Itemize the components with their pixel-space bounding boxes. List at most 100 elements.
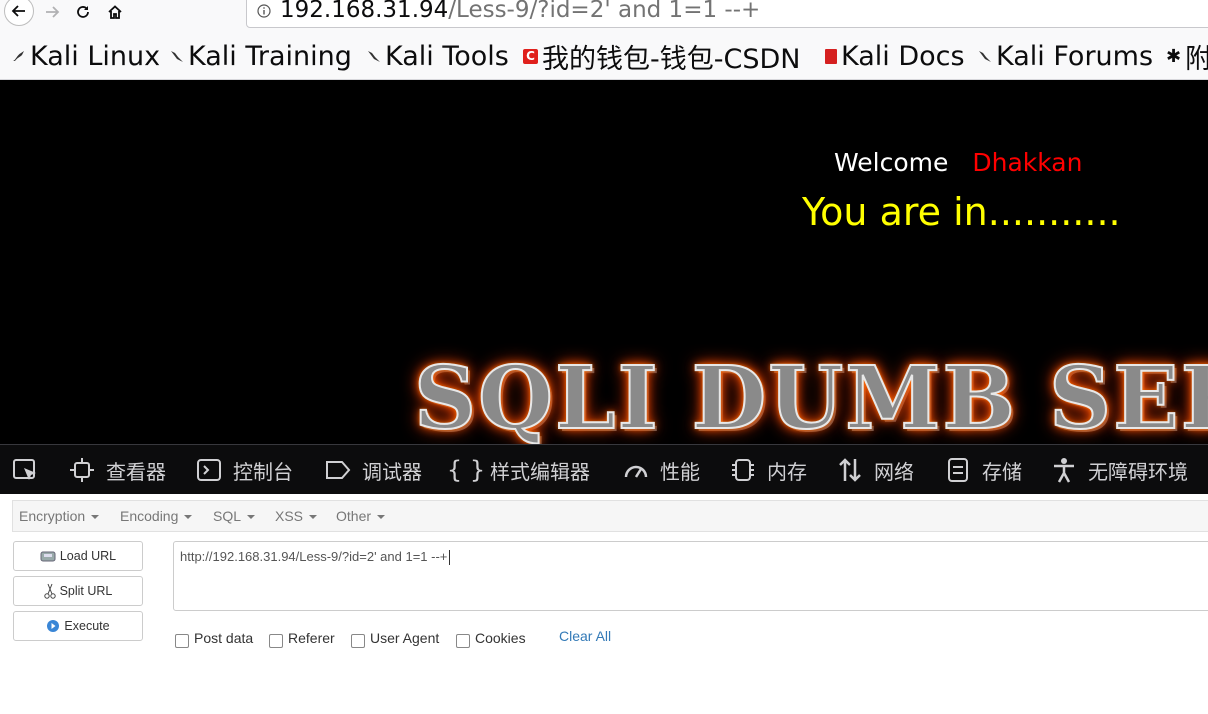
puzzle-icon: ✱ — [1166, 45, 1182, 67]
style-editor-icon: { } — [446, 456, 486, 484]
button-label: Load URL — [59, 549, 117, 563]
debugger-icon — [326, 461, 351, 479]
checkbox-box[interactable] — [351, 634, 365, 648]
url-host: 192.168.31.94 — [280, 0, 449, 23]
caret-down-icon — [309, 515, 318, 520]
console-icon — [197, 459, 221, 481]
checkbox-referer[interactable]: Referer — [269, 628, 335, 648]
result-message: You are in........... — [802, 190, 1121, 234]
tab-accessibility[interactable]: 无障碍环境 — [1050, 445, 1188, 495]
accessibility-icon — [1054, 458, 1074, 483]
performance-icon — [624, 465, 648, 478]
url-textarea-value: http://192.168.31.94/Less-9/?id=2' and 1… — [180, 549, 448, 564]
checkbox-post-data[interactable]: Post data — [175, 628, 253, 648]
button-label: Split URL — [59, 584, 113, 598]
kali-dragon-icon — [368, 51, 380, 62]
caret-down-icon — [377, 515, 386, 520]
tab-memory[interactable]: 内存 — [729, 445, 807, 495]
kali-dragon-icon — [13, 51, 24, 61]
menu-other[interactable]: Other — [336, 501, 386, 531]
info-icon[interactable] — [257, 4, 271, 18]
tab-performance[interactable]: 性能 — [622, 445, 700, 495]
bookmark-kali-training[interactable]: Kali Training — [170, 38, 352, 74]
menu-label: SQL — [213, 508, 242, 524]
home-button[interactable] — [103, 0, 127, 24]
tab-network[interactable]: 网络 — [836, 445, 914, 495]
execute-button[interactable]: Execute — [13, 611, 143, 641]
welcome-line: Welcome Dhakkan — [834, 148, 1082, 177]
bookmark-label: Kali Forums — [996, 40, 1154, 72]
checkbox-label: User Agent — [370, 630, 440, 646]
checkbox-box[interactable] — [175, 634, 189, 648]
url-textarea[interactable]: http://192.168.31.94/Less-9/?id=2' and 1… — [173, 541, 1208, 611]
checkbox-box[interactable] — [269, 634, 283, 648]
home-icon — [108, 5, 122, 19]
load-url-icon — [40, 551, 56, 562]
forward-button[interactable] — [40, 0, 64, 24]
checkbox-label: Referer — [288, 630, 335, 646]
tab-label: 内存 — [767, 459, 807, 484]
caret-down-icon — [184, 515, 193, 520]
bookmark-csdn-wallet[interactable]: C 我的钱包-钱包-CSDN — [523, 38, 801, 75]
kali-docs-icon — [825, 48, 837, 64]
tab-style-editor[interactable]: { } 样式编辑器 — [446, 445, 590, 495]
bookmark-kali-forums[interactable]: Kali Forums — [978, 38, 1153, 74]
menu-label: XSS — [275, 508, 304, 524]
sqli-banner-image: SQLI DUMB SER — [413, 347, 1208, 444]
arrow-right-icon — [46, 6, 60, 18]
checkbox-label: Post data — [194, 630, 254, 646]
tab-console[interactable]: 控制台 — [195, 445, 293, 495]
kali-dragon-icon — [979, 51, 991, 62]
menu-label: Encryption — [19, 508, 86, 524]
hackbar-panel: Encryption Encoding SQL XSS Other Load U… — [0, 494, 1208, 714]
address-bar[interactable]: 192.168.31.94/Less-9/?id=2' and 1=1 --+ — [246, 0, 1208, 28]
checkbox-user-agent[interactable]: User Agent — [351, 628, 439, 648]
bookmark-label: 附 — [1185, 37, 1208, 76]
checkbox-cookies[interactable]: Cookies — [456, 628, 526, 648]
menu-encryption[interactable]: Encryption — [19, 501, 100, 531]
bookmarks-toolbar: Kali Linux Kali Training Kali Tools C 我的… — [0, 32, 1208, 80]
button-label: Execute — [64, 619, 110, 633]
checkbox-box[interactable] — [456, 634, 470, 648]
bookmark-extra[interactable]: ✱ 附 — [1166, 37, 1208, 76]
split-url-button[interactable]: Split URL — [13, 576, 143, 606]
tab-label: 无障碍环境 — [1088, 459, 1188, 484]
reload-button[interactable] — [71, 0, 95, 24]
checkbox-label: Cookies — [475, 630, 526, 646]
kali-dragon-icon — [171, 51, 183, 62]
menu-label: Other — [336, 508, 372, 524]
tab-label: 查看器 — [106, 459, 166, 484]
welcome-label: Welcome — [834, 148, 949, 177]
welcome-name: Dhakkan — [972, 148, 1083, 177]
tab-label: 样式编辑器 — [490, 459, 590, 484]
caret-down-icon — [91, 515, 100, 520]
clear-all-link[interactable]: Clear All — [559, 628, 611, 644]
text-cursor — [449, 550, 451, 566]
bookmark-kali-docs[interactable]: Kali Docs — [825, 38, 965, 74]
bookmark-label: Kali Docs — [841, 40, 965, 72]
tab-label: 调试器 — [362, 459, 422, 484]
menu-encoding[interactable]: Encoding — [120, 501, 193, 531]
menu-sql[interactable]: SQL — [213, 501, 256, 531]
element-picker-button[interactable] — [12, 445, 40, 495]
storage-icon — [948, 458, 968, 482]
load-url-button[interactable]: Load URL — [13, 541, 143, 571]
bookmark-label: 我的钱包-钱包-CSDN — [542, 43, 801, 75]
menu-xss[interactable]: XSS — [275, 501, 318, 531]
tab-debugger[interactable]: 调试器 — [324, 445, 422, 495]
tab-inspector[interactable]: 查看器 — [68, 445, 166, 495]
tab-label: 存储 — [982, 459, 1022, 484]
arrow-left-icon — [11, 5, 25, 17]
browser-toolbar: 192.168.31.94/Less-9/?id=2' and 1=1 --+ — [0, 0, 1208, 32]
back-button[interactable] — [4, 0, 34, 26]
devtools-toolbar: 查看器 控制台 调试器 { } 样式编辑器 性能 内存 网络 存储 无障碍环境 — [0, 444, 1208, 494]
csdn-icon: C — [523, 48, 538, 64]
tab-label: 网络 — [874, 459, 914, 484]
element-picker-icon — [13, 459, 36, 480]
tab-storage[interactable]: 存储 — [944, 445, 1022, 495]
page-content: Welcome Dhakkan You are in........... SQL… — [0, 80, 1208, 444]
bookmark-label: Kali Training — [188, 40, 352, 72]
bookmark-kali-tools[interactable]: Kali Tools — [367, 38, 509, 74]
caret-down-icon — [247, 515, 256, 520]
bookmark-kali-linux[interactable]: Kali Linux — [12, 38, 160, 74]
